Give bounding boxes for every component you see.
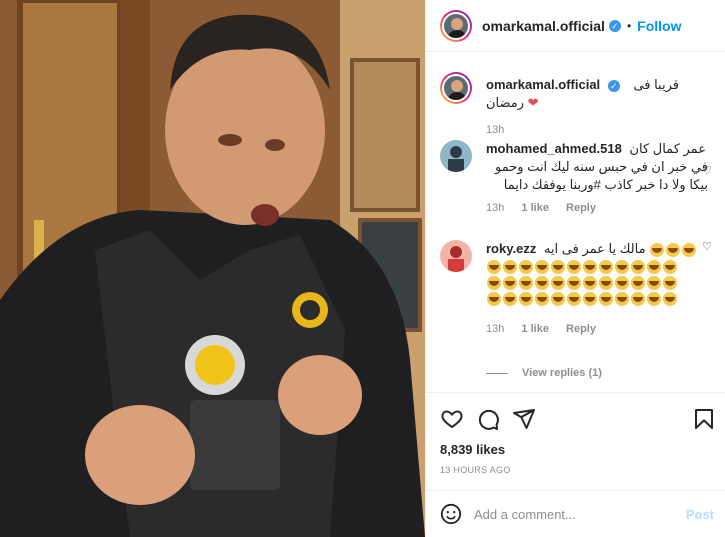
comment-icon[interactable] (476, 407, 500, 431)
laughing-emoji-icon (615, 276, 629, 290)
comment-body: في خبر ان في حبس سنه ليك انت وحمو بيكا و… (495, 159, 708, 192)
laughing-emoji-icon (615, 292, 629, 306)
laughing-emoji-icon (599, 292, 613, 306)
emoji-row (649, 241, 697, 257)
emoji-icon[interactable] (440, 503, 462, 525)
caption-author-avatar[interactable] (440, 72, 472, 104)
laughing-emoji-icon (487, 292, 501, 306)
laughing-emoji-icon (599, 260, 613, 274)
post-comment-button[interactable]: Post (686, 507, 714, 522)
laughing-emoji-icon (682, 242, 697, 257)
laughing-emoji-icon (551, 292, 565, 306)
laughing-emoji-icon (666, 242, 681, 257)
laughing-emoji-icon (551, 276, 565, 290)
comment-time: 13h (486, 202, 505, 214)
laughing-emoji-icon (567, 260, 581, 274)
reply-button[interactable]: Reply (566, 202, 596, 214)
comment-username[interactable]: roky.ezz (486, 241, 536, 256)
laughing-emoji-icon (535, 260, 549, 274)
laughing-emoji-icon (647, 260, 661, 274)
laughing-emoji-icon (583, 292, 597, 306)
author-avatar[interactable] (440, 9, 472, 42)
separator-dot: • (626, 18, 632, 33)
laughing-emoji-icon (519, 292, 533, 306)
laughing-emoji-icon (583, 276, 597, 290)
laughing-emoji-icon (663, 260, 677, 274)
comment-time: 13h (486, 323, 505, 335)
laughing-emoji-icon (535, 276, 549, 290)
laughing-emoji-icon (503, 260, 517, 274)
comments-list[interactable]: omarkamal.official ✓ قريبا فى رمضان ❤ 13… (426, 52, 725, 392)
commenter-avatar[interactable] (440, 240, 472, 272)
laughing-emoji-icon (647, 292, 661, 306)
commenter-avatar-image (440, 140, 472, 172)
laughing-emoji-icon (631, 260, 645, 274)
follow-button[interactable]: Follow (637, 18, 681, 34)
heart-icon[interactable] (440, 407, 464, 431)
comment-input[interactable]: Add a comment... (474, 507, 686, 522)
laughing-emoji-icon (631, 276, 645, 290)
author-username[interactable]: omarkamal.official (482, 18, 605, 34)
post-photo[interactable] (0, 0, 425, 537)
comment-likes[interactable]: 1 like (521, 323, 549, 335)
laughing-emoji-icon (567, 292, 581, 306)
red-heart-emoji: ❤ (527, 95, 539, 110)
laughing-emoji-icon (487, 276, 501, 290)
view-replies-line (486, 372, 508, 374)
comment-username[interactable]: mohamed_ahmed.518 (486, 141, 622, 156)
add-comment-bar: Add a comment... Post (426, 490, 725, 537)
comment-text-lead: عمر كمال كان (629, 141, 706, 156)
reply-button[interactable]: Reply (566, 323, 596, 335)
post-header: omarkamal.official ✓ • Follow (426, 0, 725, 52)
comment-text: في خبر ان في حبس سنه ليك انت وحمو بيكا و… (486, 158, 708, 194)
share-icon[interactable] (512, 407, 536, 431)
laughing-emoji-icon (551, 260, 565, 274)
laughing-emoji-icon (535, 292, 549, 306)
laughing-emoji-icon (583, 260, 597, 274)
bookmark-icon[interactable] (692, 407, 716, 431)
caption-time: 13h (486, 124, 505, 136)
verified-badge: ✓ (607, 79, 620, 92)
laughing-emoji-icon (599, 276, 613, 290)
laughing-emoji-icon (503, 292, 517, 306)
laughing-emoji-icon (487, 260, 501, 274)
emoji-block (486, 259, 686, 307)
laughing-emoji-icon (650, 242, 665, 257)
laughing-emoji-icon (663, 292, 677, 306)
laughing-emoji-icon (631, 292, 645, 306)
laughing-emoji-icon (567, 276, 581, 290)
comment-likes[interactable]: 1 like (521, 202, 549, 214)
likes-count[interactable]: 8,839 likes (440, 442, 505, 457)
post-actions (426, 392, 725, 442)
view-replies-button[interactable]: View replies (1) (486, 367, 602, 379)
commenter-avatar-image (440, 240, 472, 272)
comment-text: مالك يا عمر فى ايه (543, 241, 646, 256)
laughing-emoji-icon (663, 276, 677, 290)
laughing-emoji-icon (647, 276, 661, 290)
post-time[interactable]: 13 HOURS AGO (440, 465, 511, 475)
post-side-panel: omarkamal.official ✓ • Follow omarkamal.… (425, 0, 725, 537)
verified-badge: ✓ (608, 19, 621, 32)
comment-like-icon[interactable]: ♡ (702, 240, 712, 253)
commenter-avatar[interactable] (440, 140, 472, 172)
laughing-emoji-icon (503, 276, 517, 290)
view-replies-label[interactable]: View replies (1) (522, 367, 602, 379)
laughing-emoji-icon (615, 260, 629, 274)
caption-username[interactable]: omarkamal.official (486, 77, 600, 92)
post-image (0, 0, 425, 537)
laughing-emoji-icon (519, 260, 533, 274)
comment-like-icon[interactable]: ♡ (702, 164, 712, 177)
laughing-emoji-icon (519, 276, 533, 290)
